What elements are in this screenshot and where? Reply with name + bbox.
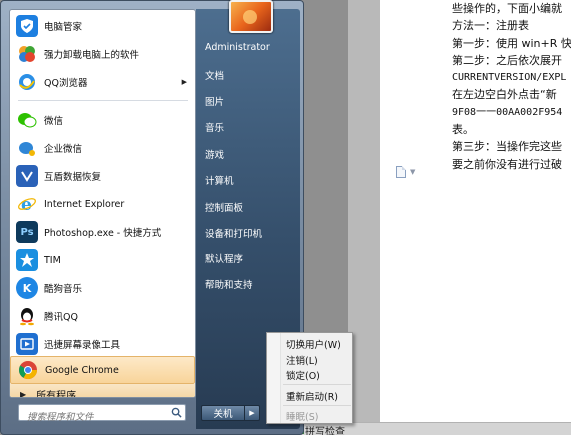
menu-item-switch-user[interactable]: 切换用户(W) <box>286 337 341 351</box>
tim-icon <box>16 249 38 271</box>
program-label: 互盾数据恢复 <box>44 172 102 183</box>
menu-separator <box>283 405 351 406</box>
search-box[interactable] <box>18 404 186 425</box>
program-item-screen-recorder[interactable]: 迅捷屏幕录像工具 <box>10 330 195 358</box>
screen-recorder-icon <box>16 333 38 355</box>
menu-item-lock[interactable]: 锁定(O) <box>286 368 320 382</box>
program-label: 腾讯QQ <box>44 312 78 323</box>
program-item-pc-manager[interactable]: 电脑管家 <box>10 12 195 40</box>
shutdown-options-menu: 切换用户(W) 注销(L) 锁定(O) 重新启动(R) 睡眠(S) <box>266 332 353 424</box>
qq-penguin-icon <box>16 305 38 327</box>
program-label: TIM <box>44 254 61 266</box>
program-item-kugou[interactable]: K 酷狗音乐 <box>10 274 195 302</box>
search-icon[interactable] <box>171 407 182 418</box>
uninstaller-icon <box>16 43 38 65</box>
submenu-arrow-icon: ▶ <box>181 78 187 86</box>
menu-item-sleep: 睡眠(S) <box>286 412 319 423</box>
program-label: 酷狗音乐 <box>44 284 83 295</box>
kugou-music-icon: K <box>16 277 38 299</box>
status-spellcheck-text[interactable]: 拼写检查 <box>305 423 345 435</box>
doc-line: 表。 <box>452 123 474 137</box>
separator <box>18 100 188 101</box>
program-item-data-recovery[interactable]: 互盾数据恢复 <box>10 162 195 190</box>
program-item-qq[interactable]: 腾讯QQ <box>10 302 195 330</box>
document-page-icon[interactable] <box>396 166 406 178</box>
program-label: Internet Explorer <box>44 198 125 210</box>
doc-line: 第一步：使用 win+R 快 <box>452 36 571 50</box>
program-item-qq-browser[interactable]: QQ浏览器 ▶ <box>10 68 195 96</box>
doc-line: 方法一：注册表 <box>452 19 529 33</box>
program-item-photoshop[interactable]: Ps Photoshop.exe - 快捷方式 <box>10 218 195 246</box>
link-help-support[interactable]: 帮助和支持 <box>205 277 253 291</box>
doc-line: 9F08一一00AA002F954 <box>452 106 563 118</box>
svg-text:e: e <box>21 195 32 214</box>
doc-line: 第二步：之后依次展开 <box>452 53 562 67</box>
all-programs-label: 所有程序 <box>36 390 77 398</box>
doc-line: 要之前你没有进行过破 <box>452 157 562 171</box>
link-computer[interactable]: 计算机 <box>205 173 234 187</box>
doc-line: 些操作的，下面小编就 <box>452 2 562 15</box>
program-item-internet-explorer[interactable]: e Internet Explorer <box>10 190 195 218</box>
link-devices-printers[interactable]: 设备和打印机 <box>205 226 262 240</box>
link-administrator[interactable]: Administrator <box>205 42 270 53</box>
link-control-panel[interactable]: 控制面板 <box>205 200 243 214</box>
triangle-right-icon: ▶ <box>20 389 27 398</box>
chrome-icon <box>17 359 39 381</box>
program-label: Google Chrome <box>45 364 119 376</box>
dropdown-arrow-icon[interactable]: ▼ <box>410 168 415 176</box>
wecom-icon <box>16 137 38 159</box>
program-label: QQ浏览器 <box>44 78 88 89</box>
link-games[interactable]: 游戏 <box>205 147 224 161</box>
menu-item-restart[interactable]: 重新启动(R) <box>286 389 338 403</box>
user-avatar[interactable] <box>229 0 273 33</box>
link-music[interactable]: 音乐 <box>205 120 224 134</box>
shutdown-button[interactable]: 关机 <box>201 405 245 421</box>
menu-item-log-off[interactable]: 注销(L) <box>286 353 318 367</box>
link-documents[interactable]: 文档 <box>205 68 224 82</box>
tencent-pc-manager-icon <box>16 15 38 37</box>
program-item-google-chrome[interactable]: Google Chrome <box>10 356 195 384</box>
start-menu: 电脑管家 强力卸载电脑上的软件 QQ浏览器 ▶ 微信 企业微信 互盾数据恢复 e… <box>0 0 304 435</box>
program-label: 企业微信 <box>44 144 83 155</box>
link-default-programs[interactable]: 默认程序 <box>205 251 243 265</box>
program-list: 电脑管家 强力卸载电脑上的软件 QQ浏览器 ▶ 微信 企业微信 互盾数据恢复 e… <box>9 9 196 398</box>
program-item-uninstaller[interactable]: 强力卸载电脑上的软件 <box>10 40 195 68</box>
program-label: Photoshop.exe - 快捷方式 <box>44 228 162 239</box>
program-label: 迅捷屏幕录像工具 <box>44 340 121 351</box>
internet-explorer-icon: e <box>16 193 38 215</box>
program-item-wechat[interactable]: 微信 <box>10 106 195 134</box>
search-input[interactable] <box>19 410 159 425</box>
menu-separator <box>283 384 351 385</box>
photoshop-icon: Ps <box>16 221 38 243</box>
data-recovery-icon <box>16 165 38 187</box>
link-pictures[interactable]: 图片 <box>205 94 224 108</box>
program-label: 强力卸载电脑上的软件 <box>44 50 140 61</box>
doc-line: 在左边空白外点击“新 <box>452 88 557 102</box>
menu-icon-stripe <box>267 333 281 423</box>
program-item-wecom[interactable]: 企业微信 <box>10 134 195 162</box>
program-item-tim[interactable]: TIM <box>10 246 195 274</box>
document-text: 些操作的，下面小编就 方法一：注册表 第一步：使用 win+R 快 第二步：之后… <box>452 0 571 173</box>
program-label: 电脑管家 <box>44 22 83 33</box>
doc-line: CURRENTVERSION/EXPL <box>452 72 567 84</box>
program-label: 微信 <box>44 116 64 127</box>
shutdown-options-arrow-icon[interactable]: ▶ <box>245 405 260 421</box>
wechat-icon <box>16 109 38 131</box>
qq-browser-icon <box>16 71 38 93</box>
all-programs-button[interactable]: ▶ 所有程序 <box>10 384 195 398</box>
doc-line: 第三步：当操作完这些 <box>452 140 562 154</box>
